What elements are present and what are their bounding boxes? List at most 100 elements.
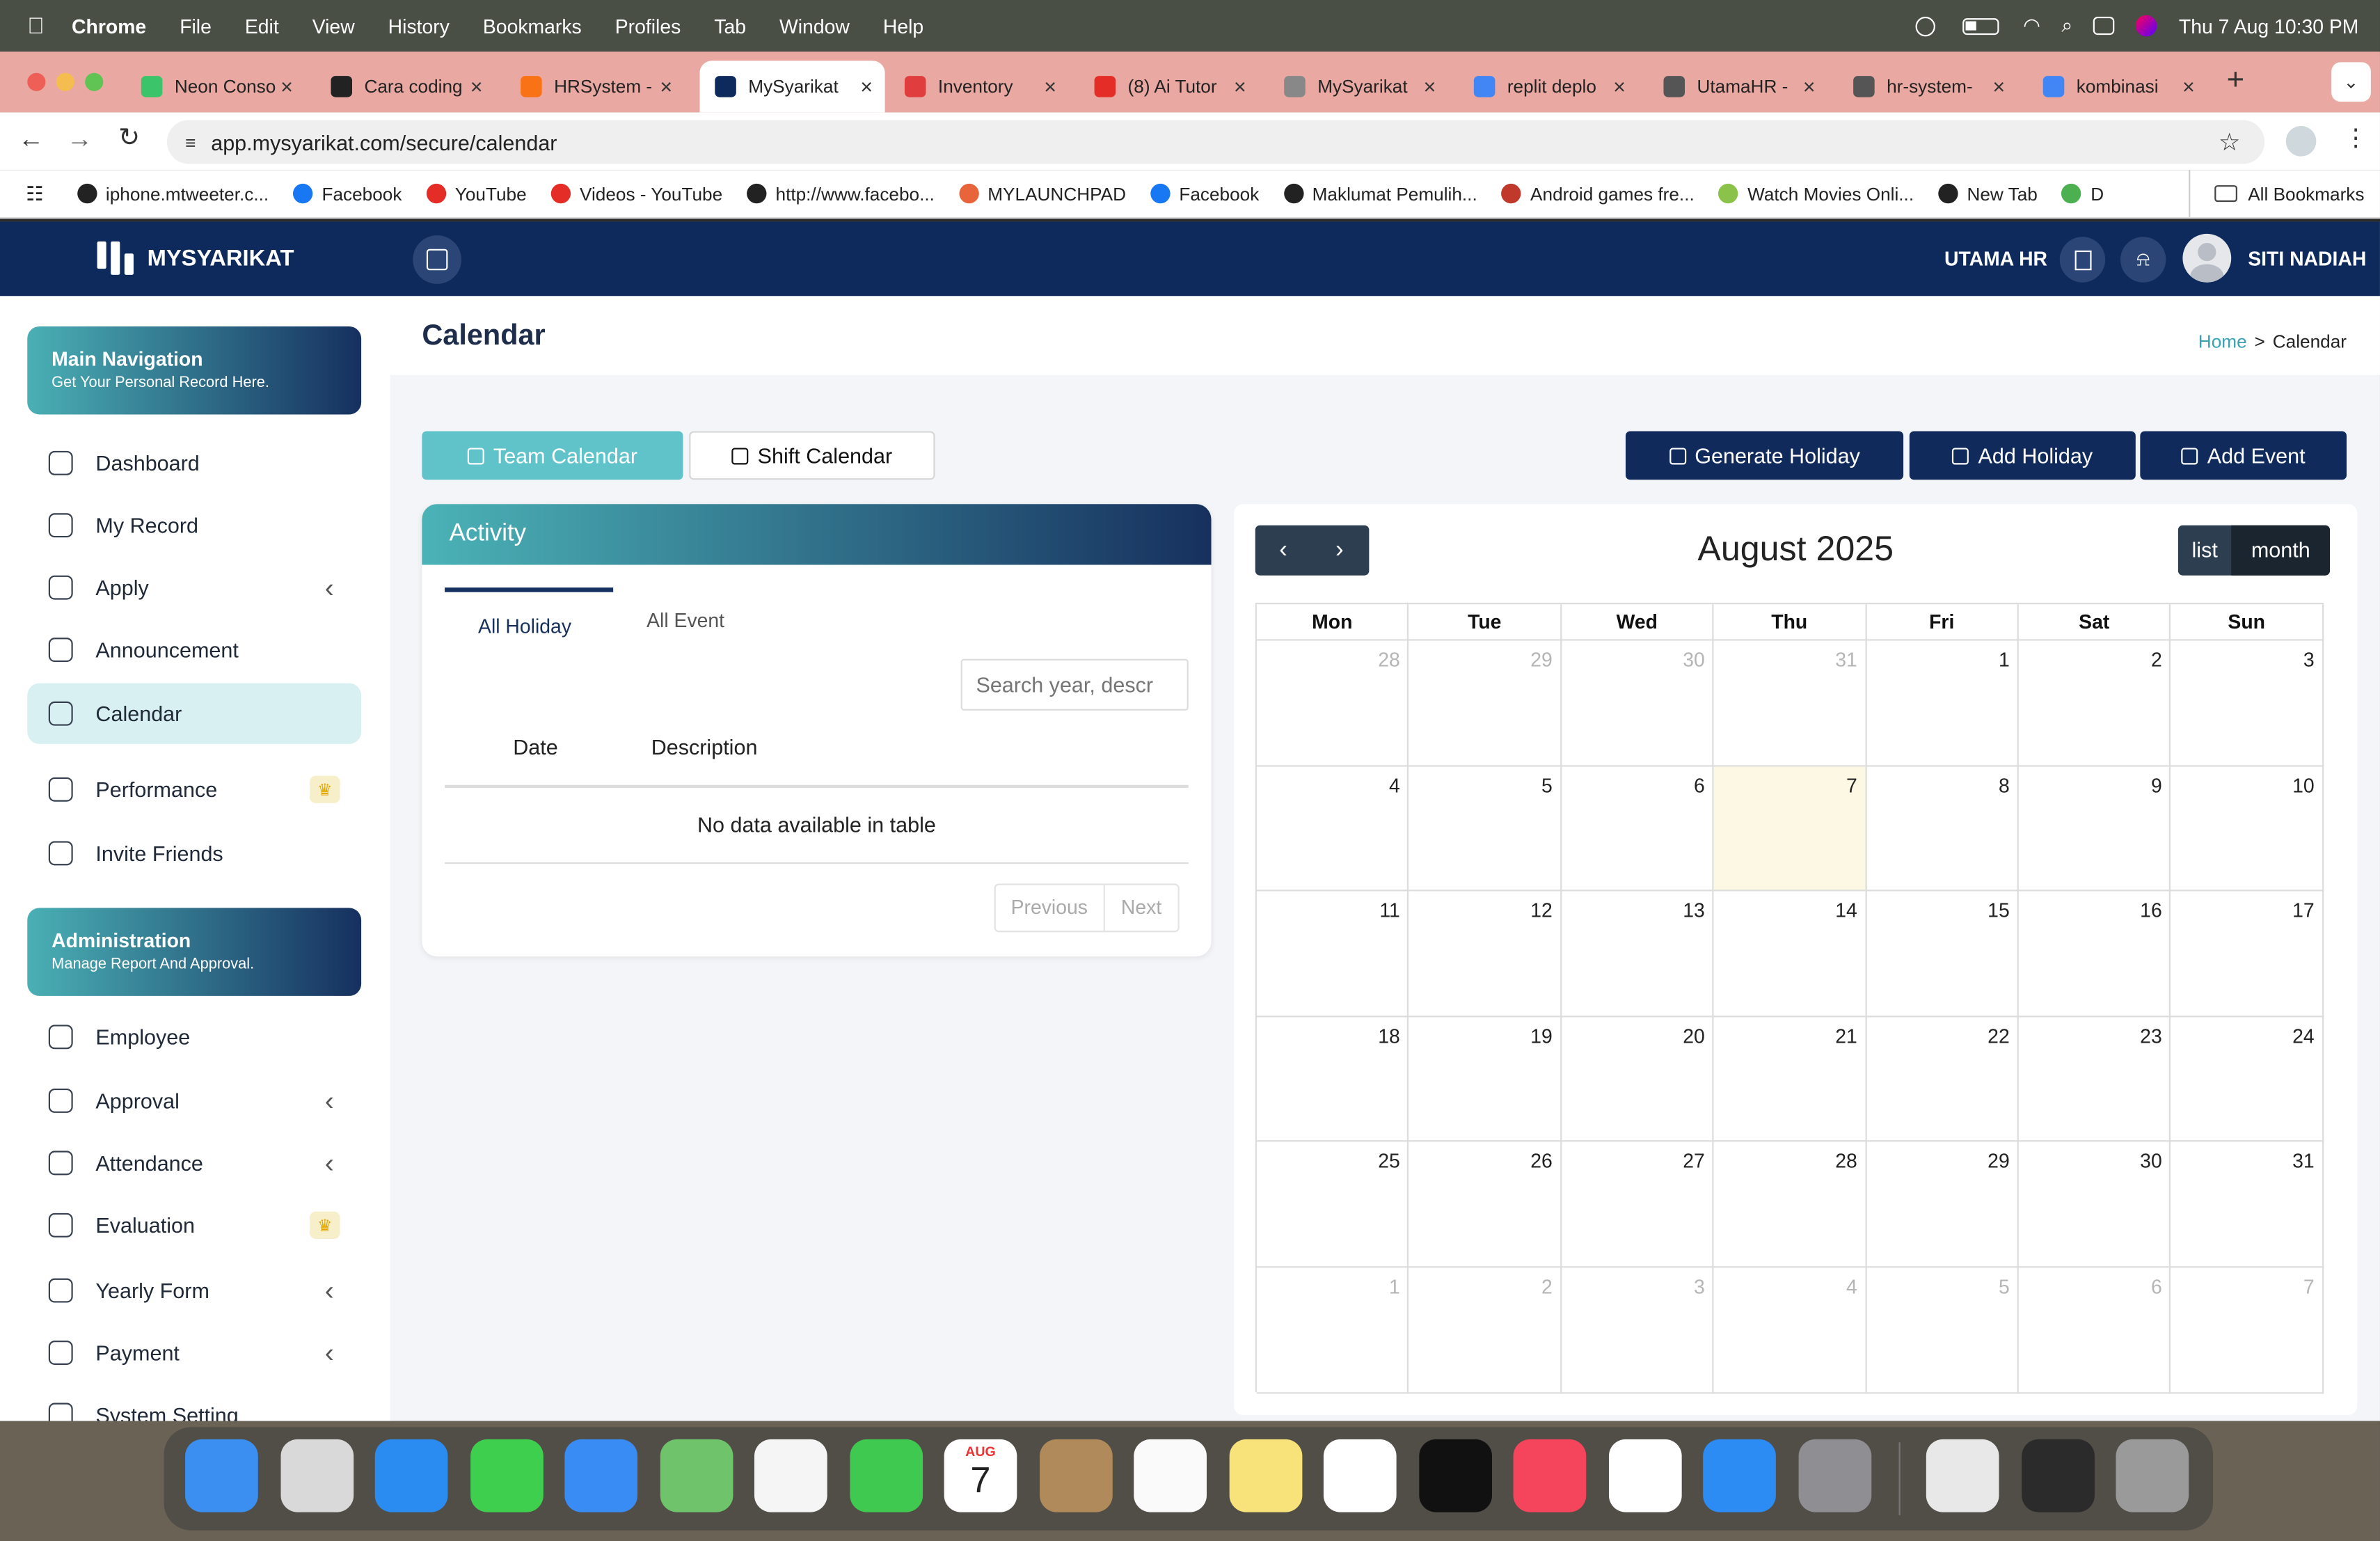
search-icon[interactable]: ⌕ bbox=[2061, 14, 2072, 38]
app-menu-name[interactable]: Chrome bbox=[72, 15, 146, 38]
finder-icon[interactable] bbox=[185, 1439, 258, 1512]
calendar-day[interactable]: 3 bbox=[1561, 1267, 1714, 1393]
apple-icon[interactable]:  bbox=[27, 13, 45, 39]
calendar-day[interactable]: 26 bbox=[1409, 1142, 1562, 1268]
wifi-icon[interactable]: ◠ bbox=[2023, 14, 2040, 38]
close-tab-icon[interactable]: × bbox=[1423, 74, 1436, 99]
browser-tab[interactable]: UtamaHR - × bbox=[1649, 61, 1827, 112]
bookmark-item[interactable]: New Tab bbox=[1938, 183, 2038, 204]
add-event-button[interactable]: Add Event bbox=[2140, 431, 2347, 480]
tab-all-event[interactable]: All Event bbox=[646, 609, 724, 632]
calendar-day[interactable]: 20 bbox=[1561, 1017, 1714, 1143]
bookmark-item[interactable]: Facebook bbox=[293, 183, 402, 204]
calendar-day[interactable]: 4 bbox=[1713, 1267, 1866, 1393]
calendar-day[interactable]: 9 bbox=[2018, 766, 2171, 892]
music-icon[interactable] bbox=[1513, 1439, 1587, 1512]
menu-view[interactable]: View bbox=[312, 15, 355, 38]
messages-icon[interactable] bbox=[470, 1439, 543, 1512]
extension-avatar-icon[interactable] bbox=[2285, 126, 2317, 157]
calendar-day[interactable]: 22 bbox=[1866, 1017, 2019, 1143]
browser-tab[interactable]: hr-system- × bbox=[1838, 61, 2017, 112]
close-window-button[interactable] bbox=[27, 72, 46, 91]
bookmark-item[interactable]: Maklumat Pemulih... bbox=[1283, 183, 1477, 204]
mail-icon[interactable] bbox=[564, 1439, 638, 1512]
add-holiday-button[interactable]: Add Holiday bbox=[1909, 431, 2136, 480]
sidebar-item-dashboard[interactable]: Dashboard bbox=[27, 433, 361, 493]
reload-icon[interactable]: ↻ bbox=[118, 123, 140, 154]
menu-tab[interactable]: Tab bbox=[714, 15, 746, 38]
calendar-day[interactable]: 31 bbox=[1713, 640, 1866, 766]
bookmark-item[interactable]: YouTube bbox=[426, 183, 527, 204]
company-name[interactable]: UTAMA HR bbox=[1944, 248, 2047, 271]
menu-help[interactable]: Help bbox=[883, 15, 923, 38]
shift-calendar-button[interactable]: Shift Calendar bbox=[689, 431, 935, 480]
calendar-day[interactable]: 23 bbox=[2018, 1017, 2171, 1143]
calendar-day[interactable]: 16 bbox=[2018, 891, 2171, 1017]
launchpad-icon[interactable] bbox=[280, 1439, 354, 1512]
bookmark-item[interactable]: iphone.mtweeter.c... bbox=[77, 183, 269, 204]
calendar-day[interactable]: 5 bbox=[1409, 766, 1562, 892]
calendar-day[interactable]: 30 bbox=[1561, 640, 1714, 766]
calendar-day[interactable]: 29 bbox=[1409, 640, 1562, 766]
menu-file[interactable]: File bbox=[180, 15, 212, 38]
activity-search-input[interactable] bbox=[960, 658, 1189, 711]
bookmark-item[interactable]: MYLAUNCHPAD bbox=[958, 183, 1126, 204]
photos-icon[interactable] bbox=[754, 1439, 827, 1512]
calendar-day[interactable]: 6 bbox=[2018, 1267, 2171, 1393]
sidebar-item-system-setting[interactable]: System Setting bbox=[27, 1384, 361, 1421]
close-tab-icon[interactable]: × bbox=[2182, 74, 2195, 99]
menu-window[interactable]: Window bbox=[779, 15, 850, 38]
system-settings-icon[interactable] bbox=[1798, 1439, 1871, 1512]
menu-profiles[interactable]: Profiles bbox=[615, 15, 681, 38]
bookmark-star-icon[interactable]: ☆ bbox=[2219, 127, 2240, 158]
menu-history[interactable]: History bbox=[388, 15, 450, 38]
address-bar[interactable]: ≡ app.mysyarikat.com/secure/calendar ☆ bbox=[166, 120, 2265, 164]
calendar-day[interactable]: 25 bbox=[1256, 1142, 1409, 1268]
tv-icon[interactable] bbox=[1418, 1439, 1491, 1512]
calendar-day[interactable]: 5 bbox=[1866, 1267, 2019, 1393]
calendar-day[interactable]: 1 bbox=[1256, 1267, 1409, 1393]
month-view-button[interactable]: month bbox=[2231, 525, 2331, 576]
close-tab-icon[interactable]: × bbox=[470, 74, 483, 99]
list-view-button[interactable]: list bbox=[2178, 525, 2232, 576]
browser-tab[interactable]: Cara coding × bbox=[316, 61, 495, 112]
reminders-icon[interactable] bbox=[1134, 1439, 1207, 1512]
chrome-icon[interactable] bbox=[1608, 1439, 1681, 1512]
tab-search-button[interactable]: ⌄ bbox=[2331, 62, 2371, 102]
bookmark-item[interactable]: Watch Movies Onli... bbox=[1718, 183, 1914, 204]
siri-icon[interactable] bbox=[2136, 15, 2158, 37]
calendar-day[interactable]: 27 bbox=[1561, 1142, 1714, 1268]
close-tab-icon[interactable]: × bbox=[1803, 74, 1816, 99]
zoom-window-button[interactable] bbox=[85, 72, 104, 91]
calendar-day[interactable]: 30 bbox=[2018, 1142, 2171, 1268]
sidebar-item-evaluation[interactable]: Evaluation ♛ bbox=[27, 1195, 361, 1256]
close-tab-icon[interactable]: × bbox=[660, 74, 672, 99]
company-switch-button[interactable] bbox=[2059, 237, 2106, 283]
calendar-icon[interactable]: AUG 7 bbox=[944, 1439, 1017, 1512]
screen-thumbnail-icon[interactable] bbox=[2021, 1439, 2094, 1512]
calendar-day-today[interactable]: 7 bbox=[1713, 766, 1866, 892]
calendar-day[interactable]: 2 bbox=[1409, 1267, 1562, 1393]
app-store-icon[interactable] bbox=[1703, 1439, 1776, 1512]
browser-tab[interactable]: (8) Ai Tutor × bbox=[1079, 61, 1258, 112]
sidebar-item-performance[interactable]: Performance ♛ bbox=[27, 759, 361, 820]
minimize-window-button[interactable] bbox=[56, 72, 74, 91]
calendar-day[interactable]: 7 bbox=[2171, 1267, 2324, 1393]
sidebar-item-yearly-form[interactable]: Yearly Form ‹ bbox=[27, 1260, 361, 1320]
notification-button[interactable]: ⍾ bbox=[2120, 237, 2166, 283]
battery-icon[interactable] bbox=[1962, 17, 1999, 35]
calendar-day[interactable]: 2 bbox=[2018, 640, 2171, 766]
new-tab-button[interactable]: + bbox=[2227, 64, 2244, 99]
close-tab-icon[interactable]: × bbox=[1234, 74, 1246, 99]
calendar-day[interactable]: 6 bbox=[1561, 766, 1714, 892]
browser-tab[interactable]: kombinasi × bbox=[2028, 61, 2207, 112]
browser-tab[interactable]: replit deplo × bbox=[1459, 61, 1637, 112]
screen-record-icon[interactable] bbox=[1915, 15, 1935, 36]
freeform-icon[interactable] bbox=[1323, 1439, 1397, 1512]
browser-tab[interactable]: Inventory × bbox=[889, 61, 1068, 112]
sidebar-item-payment[interactable]: Payment ‹ bbox=[27, 1322, 361, 1383]
maps-icon[interactable] bbox=[659, 1439, 733, 1512]
sidebar-item-approval[interactable]: Approval ‹ bbox=[27, 1070, 361, 1131]
calendar-day[interactable]: 21 bbox=[1713, 1017, 1866, 1143]
calendar-day[interactable]: 1 bbox=[1866, 640, 2019, 766]
